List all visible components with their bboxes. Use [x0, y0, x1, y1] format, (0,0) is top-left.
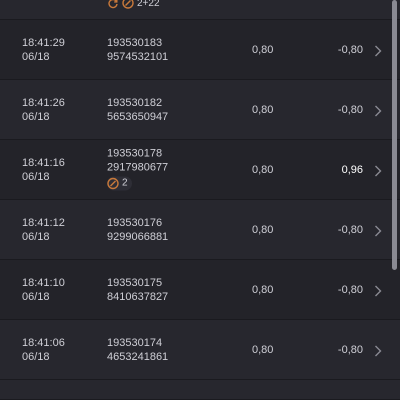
bet-stake: 0,80: [252, 163, 274, 176]
bet-profit: -0,80: [337, 343, 363, 356]
bet-ids: 193530175 8410637827: [107, 276, 168, 304]
scrollbar[interactable]: [392, 0, 397, 270]
bet-row[interactable]: 18:41:16 06/18 193530178 2917980677 2 0,80 0,9…: [0, 140, 400, 200]
bet-ids: 193530176 9299066881: [107, 216, 168, 244]
bet-id: 193530178: [107, 147, 163, 159]
bet-profit: 0,96: [341, 163, 363, 176]
bet-history-list: 2+22 18:41:29 06/18 193530183 9574532101 0,8…: [0, 0, 400, 400]
bet-row-partial[interactable]: 2+22: [0, 0, 400, 20]
chevron-right-icon[interactable]: [374, 224, 382, 236]
chevron-right-icon[interactable]: [374, 284, 382, 296]
refresh-icon: [108, 0, 118, 9]
bet-ids: 193530183 9574532101: [107, 36, 168, 64]
multiplier-icon: [122, 0, 134, 9]
bet-ids: 193530182 5653650947: [107, 96, 168, 124]
bet-date: 06/18: [22, 170, 50, 183]
bet-datetime: 18:41:06 06/18: [22, 336, 65, 364]
bet-ids: 193530174 4653241861: [107, 336, 168, 364]
bet-stake: 0,80: [252, 43, 274, 56]
multiplier-icon: [107, 177, 119, 189]
bet-ticket-number: 9574532101: [107, 50, 169, 63]
chevron-right-icon[interactable]: [374, 104, 382, 116]
bet-row[interactable]: 18:41:26 06/18 193530182 5653650947 0,80 -0,8…: [0, 80, 400, 140]
bet-datetime: 18:41:12 06/18: [22, 216, 65, 244]
bet-datetime: 18:41:26 06/18: [22, 96, 65, 124]
bet-row[interactable]: 18:41:10 06/18 193530175 8410637827 0,80 -0,8…: [0, 260, 400, 320]
bet-datetime: 18:41:10 06/18: [22, 276, 65, 304]
bet-ticket-number: 8410637827: [107, 290, 169, 303]
bet-date: 06/18: [22, 230, 50, 243]
bet-badge: 2: [107, 176, 132, 190]
bet-profit: -0,80: [337, 223, 363, 236]
bet-id: 193530174: [107, 336, 163, 349]
bet-profit: -0,80: [337, 103, 363, 116]
bet-time: 18:41:10: [22, 276, 65, 289]
bet-badge: 2+22: [107, 0, 160, 9]
bet-ids: 193530178 2917980677 2: [107, 146, 168, 193]
bet-ticket-number: 4653241861: [107, 350, 169, 363]
bet-time: 18:41:12: [22, 216, 65, 229]
bet-date: 06/18: [22, 50, 50, 63]
bet-stake: 0,80: [252, 343, 274, 356]
bet-date: 06/18: [22, 350, 50, 363]
bet-date: 06/18: [22, 110, 50, 123]
bet-row-partial[interactable]: [0, 380, 400, 400]
bet-time: 18:41:16: [22, 156, 65, 169]
bet-time: 18:41:29: [22, 36, 65, 49]
bet-row[interactable]: 18:41:29 06/18 193530183 9574532101 0,80 -0,8…: [0, 20, 400, 80]
bet-datetime: 18:41:16 06/18: [22, 156, 65, 184]
chevron-right-icon[interactable]: [374, 164, 382, 176]
bet-ticket-number: 2917980677: [107, 161, 169, 173]
bet-row[interactable]: 18:41:06 06/18 193530174 4653241861 0,80 -0,8…: [0, 320, 400, 380]
bet-id: 193530176: [107, 216, 163, 229]
bet-badge-text: 2: [122, 177, 128, 188]
bet-id: 193530183: [107, 36, 163, 49]
bet-date: 06/18: [22, 290, 50, 303]
bet-id: 193530175: [107, 276, 163, 289]
bet-stake: 0,80: [252, 223, 274, 236]
bet-row[interactable]: 18:41:12 06/18 193530176 9299066881 0,80 -0,8…: [0, 200, 400, 260]
bet-ticket-number: 9299066881: [107, 230, 169, 243]
bet-time: 18:41:06: [22, 336, 65, 349]
chevron-right-icon[interactable]: [374, 344, 382, 356]
bet-profit: -0,80: [337, 283, 363, 296]
bet-profit: -0,80: [337, 43, 363, 56]
bet-time: 18:41:26: [22, 96, 65, 109]
chevron-right-icon[interactable]: [374, 44, 382, 56]
bet-stake: 0,80: [252, 103, 274, 116]
bet-ticket-number: 5653650947: [107, 110, 169, 123]
bet-datetime: 18:41:29 06/18: [22, 36, 65, 64]
bet-stake: 0,80: [252, 283, 274, 296]
bet-badge-text: 2+22: [137, 0, 160, 9]
bet-id: 193530182: [107, 96, 163, 109]
